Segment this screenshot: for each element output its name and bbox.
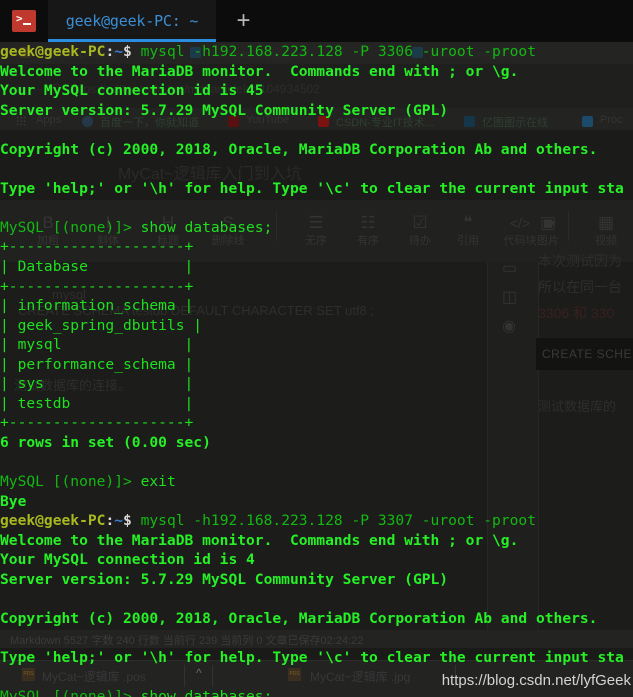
terminal-output-line: | sys | (0, 375, 194, 393)
prompt-path: ~ (114, 512, 124, 530)
prompt-user-host: geek@geek-PC (0, 43, 106, 60)
mysql-prompt: MySQL [(none)]> (0, 218, 132, 236)
mysql-prompt: MySQL [(none)]> (0, 688, 132, 697)
terminal-output-line: Bye (0, 492, 27, 510)
terminal-output-line: Copyright (c) 2000, 2018, Oracle, MariaD… (0, 140, 598, 158)
terminal-output-line: Server version: 5.7.29 MySQL Community S… (0, 101, 449, 119)
screenshot-root: 文章-CSDN博客 × ProcessOn-我的文件 × ProcessOn-我… (0, 0, 633, 697)
terminal-output-line: | Database | (0, 258, 194, 276)
prompt-dollar: $ (123, 512, 132, 530)
terminal-tabbar: > geek@geek-PC: ~ + (0, 0, 633, 42)
mysql-prompt: MySQL [(none)]> (0, 473, 132, 491)
terminal-output-line: | geek_spring_dbutils | (0, 316, 203, 334)
terminal-output-line: Server version: 5.7.29 MySQL Community S… (0, 570, 449, 588)
terminal-window: > geek@geek-PC: ~ + geek@geek-PC:~$ mysq… (0, 0, 633, 697)
terminal-output-line: Welcome to the MariaDB monitor. Commands… (0, 531, 519, 549)
terminal-output-line: | information_schema | (0, 297, 194, 315)
terminal-output-line: | performance_schema | (0, 355, 194, 373)
terminal-output-line: +--------------------+ (0, 277, 194, 295)
terminal-output-line: Your MySQL connection id is 4 (0, 551, 255, 569)
terminal-output-line: Welcome to the MariaDB monitor. Commands… (0, 62, 519, 80)
terminal-output-line: Type 'help;' or '\h' for help. Type '\c'… (0, 179, 624, 197)
underscore-glyph (23, 23, 31, 25)
terminal-command: show databases; (131, 688, 273, 697)
prompt-path: ~ (114, 43, 124, 60)
chevron-right-glyph: > (16, 12, 23, 25)
prompt-colon: : (105, 512, 115, 530)
csdn-watermark-url: https://blog.csdn.net/lyfGeek (441, 672, 631, 689)
terminal-output-line: +--------------------+ (0, 238, 194, 256)
app-icon-wrapper: > (0, 0, 48, 42)
terminal-mysql-prompt-line: MySQL [(none)]> show databases; (0, 218, 633, 238)
terminal-mysql-prompt-line: MySQL [(none)]> exit (0, 472, 633, 492)
terminal-shell-prompt-line: geek@geek-PC:~$ mysql -h192.168.223.128 … (0, 42, 633, 62)
terminal-output-line: 6 rows in set (0.00 sec) (0, 433, 211, 451)
terminal-command: exit (131, 473, 176, 491)
terminal-output[interactable]: geek@geek-PC:~$ mysql -h192.168.223.128 … (0, 42, 633, 697)
terminal-output-line: Type 'help;' or '\h' for help. Type '\c'… (0, 648, 624, 666)
prompt-dollar: $ (123, 43, 132, 60)
prompt-user-host: geek@geek-PC (0, 512, 106, 530)
terminal-output-line: | mysql | (0, 336, 194, 354)
prompt-colon: : (105, 43, 115, 60)
terminal-output-line: +--------------------+ (0, 414, 194, 432)
terminal-output-line: Copyright (c) 2000, 2018, Oracle, MariaD… (0, 609, 598, 627)
tab-terminal-session[interactable]: geek@geek-PC: ~ (48, 0, 216, 42)
terminal-prompt-icon: > (12, 10, 36, 32)
tab-label: geek@geek-PC: ~ (65, 12, 199, 30)
new-tab-button[interactable]: + (216, 0, 271, 42)
terminal-shell-prompt-line: geek@geek-PC:~$ mysql -h192.168.223.128 … (0, 511, 633, 531)
terminal-output-line: Your MySQL connection id is 45 (0, 82, 264, 100)
terminal-command: show databases; (131, 218, 273, 236)
terminal-output-line: | testdb | (0, 394, 194, 412)
terminal-command: mysql -h192.168.223.128 -P 3307 -uroot -… (131, 512, 536, 530)
terminal-command: mysql -h192.168.223.128 -P 3306 -uroot -… (131, 43, 536, 60)
